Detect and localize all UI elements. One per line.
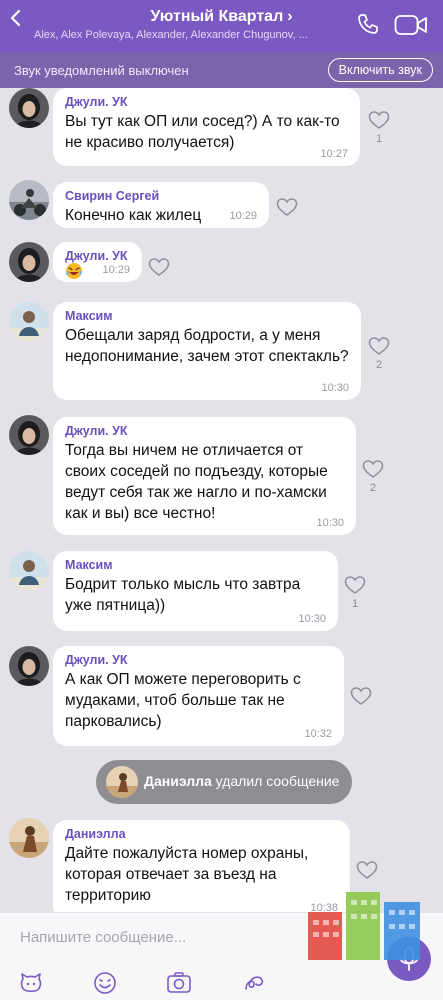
message-time: 10:30 [316, 517, 344, 529]
chevron-right-icon: › [287, 8, 293, 25]
message-bubble[interactable]: Свирин Сергей Конечно как жилец 10:29 [53, 182, 269, 228]
message-time: 10:27 [320, 148, 348, 160]
avatar[interactable] [9, 302, 49, 342]
system-message-action: удалил сообщение [215, 773, 340, 789]
system-message-name: Даниэлла [144, 773, 212, 789]
unmute-button[interactable]: Включить звук [327, 58, 433, 82]
message-bubble[interactable]: Джули. УК 10:29 [53, 242, 142, 282]
avatar [106, 766, 138, 798]
message-text: Тогда вы ничем не отличается от своих со… [65, 442, 328, 522]
like-count: 2 [375, 359, 383, 371]
gallery-icon[interactable] [166, 971, 192, 995]
sender-name: Джули. УК [65, 95, 128, 109]
heart-icon[interactable] [344, 575, 366, 595]
message-text: А как ОП можете переговорить с мудаками,… [65, 671, 301, 730]
message-time: 10:29 [102, 264, 130, 276]
phone-icon[interactable] [356, 12, 380, 36]
mute-banner-text: Звук уведомлений выключен [14, 63, 189, 78]
message-bubble[interactable]: Джули. УК А как ОП можете переговорить с… [53, 646, 344, 746]
sender-name: Свирин Сергей [65, 189, 160, 203]
watermark-logo [308, 892, 420, 960]
message-bubble[interactable]: Джули. УК Тогда вы ничем не отличается о… [53, 417, 356, 535]
sender-name: Джули. УК [65, 249, 128, 263]
like-count: 1 [351, 598, 359, 610]
avatar[interactable] [9, 551, 49, 591]
avatar[interactable] [9, 818, 49, 858]
message-bubble[interactable]: Максим Обещали заряд бодрости, а у меня … [53, 302, 361, 400]
message-text: Дайте пожалуйста номер охраны, которая о… [65, 845, 309, 904]
doodle-icon[interactable] [242, 971, 268, 995]
avatar[interactable] [9, 180, 49, 220]
message-text: Обещали заряд бодрости, а у меня недопон… [65, 327, 349, 365]
message-time: 10:30 [321, 382, 349, 394]
like-count: 2 [369, 482, 377, 494]
avatar[interactable] [9, 242, 49, 282]
message-time: 10:32 [304, 728, 332, 740]
avatar[interactable] [9, 415, 49, 455]
heart-icon[interactable] [356, 860, 378, 880]
avatar[interactable] [9, 88, 49, 128]
heart-icon[interactable] [368, 110, 390, 130]
message-bubble[interactable]: Джули. УК Вы тут как ОП или сосед?) А то… [53, 88, 360, 166]
video-icon[interactable] [394, 14, 428, 36]
sender-name: Максим [65, 309, 113, 323]
avatar[interactable] [9, 646, 49, 686]
message-input[interactable]: Напишите сообщение... [20, 929, 186, 946]
message-time: 10:29 [229, 210, 257, 222]
chat-header: Уютный Квартал › Alex, Alex Polevaya, Ale… [0, 0, 443, 52]
laughing-emoji-icon [66, 263, 82, 279]
heart-icon[interactable] [276, 197, 298, 217]
sender-name: Максим [65, 558, 113, 572]
message-time: 10:30 [298, 613, 326, 625]
message-text: Конечно как жилец [65, 207, 202, 224]
chat-members[interactable]: Alex, Alex Polevaya, Alexander, Alexande… [34, 29, 354, 41]
heart-icon[interactable] [350, 686, 372, 706]
message-bubble[interactable]: Максим Бодрит только мысль что завтра уж… [53, 551, 338, 631]
sender-name: Джули. УК [65, 424, 128, 438]
system-message: Даниэлла удалил сообщение [96, 760, 352, 804]
system-message-text: Даниэлла удалил сообщение [144, 773, 339, 789]
heart-icon[interactable] [368, 336, 390, 356]
sender-name: Даниэлла [65, 827, 126, 841]
mute-banner: Звук уведомлений выключен Включить звук [0, 52, 443, 88]
sticker-icon[interactable] [92, 971, 118, 995]
chat-title-text: Уютный Квартал [150, 8, 284, 25]
heart-icon[interactable] [148, 257, 170, 277]
heart-icon[interactable] [362, 459, 384, 479]
like-count: 1 [375, 133, 383, 145]
message-text: Бодрит только мысль что завтра уже пятни… [65, 576, 301, 614]
sender-name: Джули. УК [65, 653, 128, 667]
message-text: Вы тут как ОП или сосед?) А то как-то не… [65, 113, 340, 151]
smiley-icon[interactable] [18, 971, 44, 995]
